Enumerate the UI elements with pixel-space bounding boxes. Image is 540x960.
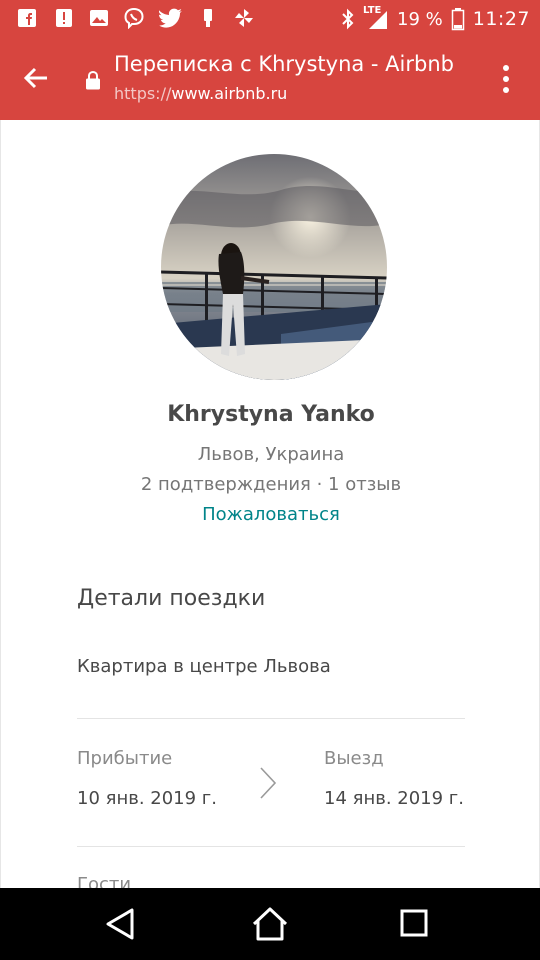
trip-details-title: Детали поездки xyxy=(77,586,266,611)
status-right: LTE 19 % 11:27 xyxy=(341,0,530,38)
gallery-icon xyxy=(88,8,110,28)
guests-label: Гости xyxy=(77,874,132,888)
nav-home-icon[interactable] xyxy=(250,906,290,942)
avatar[interactable] xyxy=(161,154,387,380)
checkout-date: 14 янв. 2019 г. xyxy=(324,788,464,809)
checkout-label: Выезд xyxy=(324,748,384,769)
battery-percent: 19 % xyxy=(397,8,443,30)
page-title[interactable]: Переписка с Khrystyna - Airbnb xyxy=(114,52,474,76)
host-name: Khrystyna Yanko xyxy=(167,402,375,427)
battery-icon xyxy=(451,8,464,31)
url-scheme: https:// xyxy=(114,84,172,103)
pinwheel-icon xyxy=(232,8,256,28)
system-nav-bar xyxy=(0,888,540,960)
facebook-icon xyxy=(16,8,38,28)
nav-recents-icon[interactable] xyxy=(394,906,434,942)
chevron-right-icon xyxy=(257,766,279,800)
overflow-menu-icon[interactable] xyxy=(496,62,516,96)
divider xyxy=(77,846,465,847)
url-host: www.airbnb.ru xyxy=(171,84,288,103)
viber-icon xyxy=(122,7,146,29)
divider xyxy=(77,718,465,719)
checkin-label: Прибытие xyxy=(77,748,173,769)
notification-icon xyxy=(54,8,74,28)
host-location: Львов, Украина xyxy=(197,444,345,465)
report-link[interactable]: Пожаловаться xyxy=(1,504,539,525)
host-stats: 2 подтверждения · 1 отзыв xyxy=(140,474,402,495)
signal-icon: LTE xyxy=(363,5,389,31)
checkin-date: 10 янв. 2019 г. xyxy=(77,788,217,809)
status-bar: LTE 19 % 11:27 xyxy=(0,0,540,38)
clock: 11:27 xyxy=(472,8,530,30)
nav-back-icon[interactable] xyxy=(102,906,142,942)
url-text[interactable]: https://www.airbnb.ru xyxy=(114,84,287,103)
device-icon xyxy=(200,8,216,28)
back-arrow-icon[interactable] xyxy=(18,60,54,96)
page-content: Khrystyna Yanko Львов, Украина 2 подтвер… xyxy=(0,120,540,888)
twitter-icon xyxy=(158,8,184,28)
browser-toolbar: Переписка с Khrystyna - Airbnb https://w… xyxy=(0,38,540,120)
lock-icon xyxy=(84,70,102,90)
bluetooth-icon xyxy=(342,8,354,30)
listing-title[interactable]: Квартира в центре Львова xyxy=(77,656,331,677)
